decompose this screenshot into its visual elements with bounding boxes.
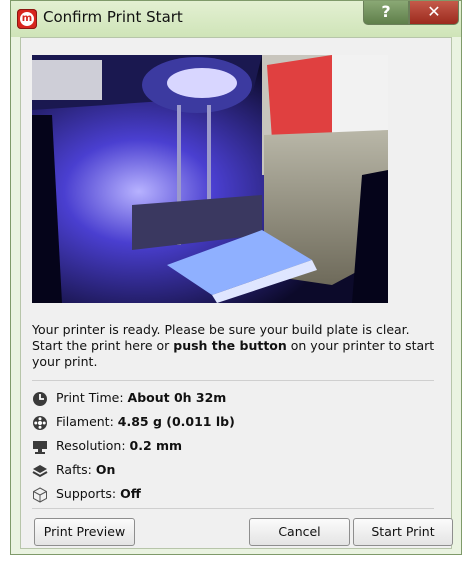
print-time-value: About 0h 32m <box>127 390 227 405</box>
filament-label: Filament: <box>56 414 118 429</box>
message-line-3: your print. <box>32 354 98 369</box>
confirm-print-dialog: m Confirm Print Start ? ✕ Your printer i… <box>10 0 462 555</box>
print-time-label: Print Time: <box>56 390 128 405</box>
app-logo-letter: m <box>20 12 34 26</box>
resolution-label: Resolution: <box>56 438 130 453</box>
rafts-label: Rafts: <box>56 462 96 477</box>
message-line-2-end: on your printer to start <box>286 338 435 353</box>
resolution-value: 0.2 mm <box>129 438 183 453</box>
start-print-button[interactable]: Start Print <box>353 518 453 546</box>
printer-camera-image <box>32 55 388 303</box>
help-button[interactable]: ? <box>363 1 409 25</box>
resolution-row: Resolution: 0.2 mm <box>32 436 182 456</box>
monitor-icon <box>33 440 47 454</box>
close-button[interactable]: ✕ <box>409 1 459 25</box>
window-title: Confirm Print Start <box>43 8 183 26</box>
cube-icon <box>33 486 47 503</box>
print-time-row: Print Time: About 0h 32m <box>32 388 226 408</box>
filament-value: 4.85 g (0.011 lb) <box>117 414 235 429</box>
message-line-1: Your printer is ready. Please be sure yo… <box>32 322 410 337</box>
divider-bottom <box>32 508 434 509</box>
supports-row: Supports: Off <box>32 484 141 504</box>
supports-label: Supports: <box>56 486 121 501</box>
supports-value: Off <box>120 486 141 501</box>
spool-icon <box>33 415 47 430</box>
message-emphasis: push the button <box>173 338 287 353</box>
rafts-value: On <box>95 462 116 477</box>
printer-photo-graphic <box>32 55 388 303</box>
message-line-2: Start the print here or push the button … <box>32 338 444 354</box>
app-logo-icon: m <box>17 9 37 29</box>
layers-icon <box>32 464 48 477</box>
dialog-body: Your printer is ready. Please be sure yo… <box>20 37 453 549</box>
rafts-row: Rafts: On <box>32 460 115 480</box>
print-preview-button[interactable]: Print Preview <box>34 518 135 546</box>
ready-message: Your printer is ready. Please be sure yo… <box>32 322 444 370</box>
divider-top <box>32 380 434 381</box>
cancel-button[interactable]: Cancel <box>249 518 350 546</box>
message-line-2-start: Start the print here or <box>32 338 174 353</box>
clock-icon <box>33 391 47 406</box>
filament-row: Filament: 4.85 g (0.011 lb) <box>32 412 235 432</box>
title-bar: m Confirm Print Start ? ✕ <box>11 1 461 37</box>
